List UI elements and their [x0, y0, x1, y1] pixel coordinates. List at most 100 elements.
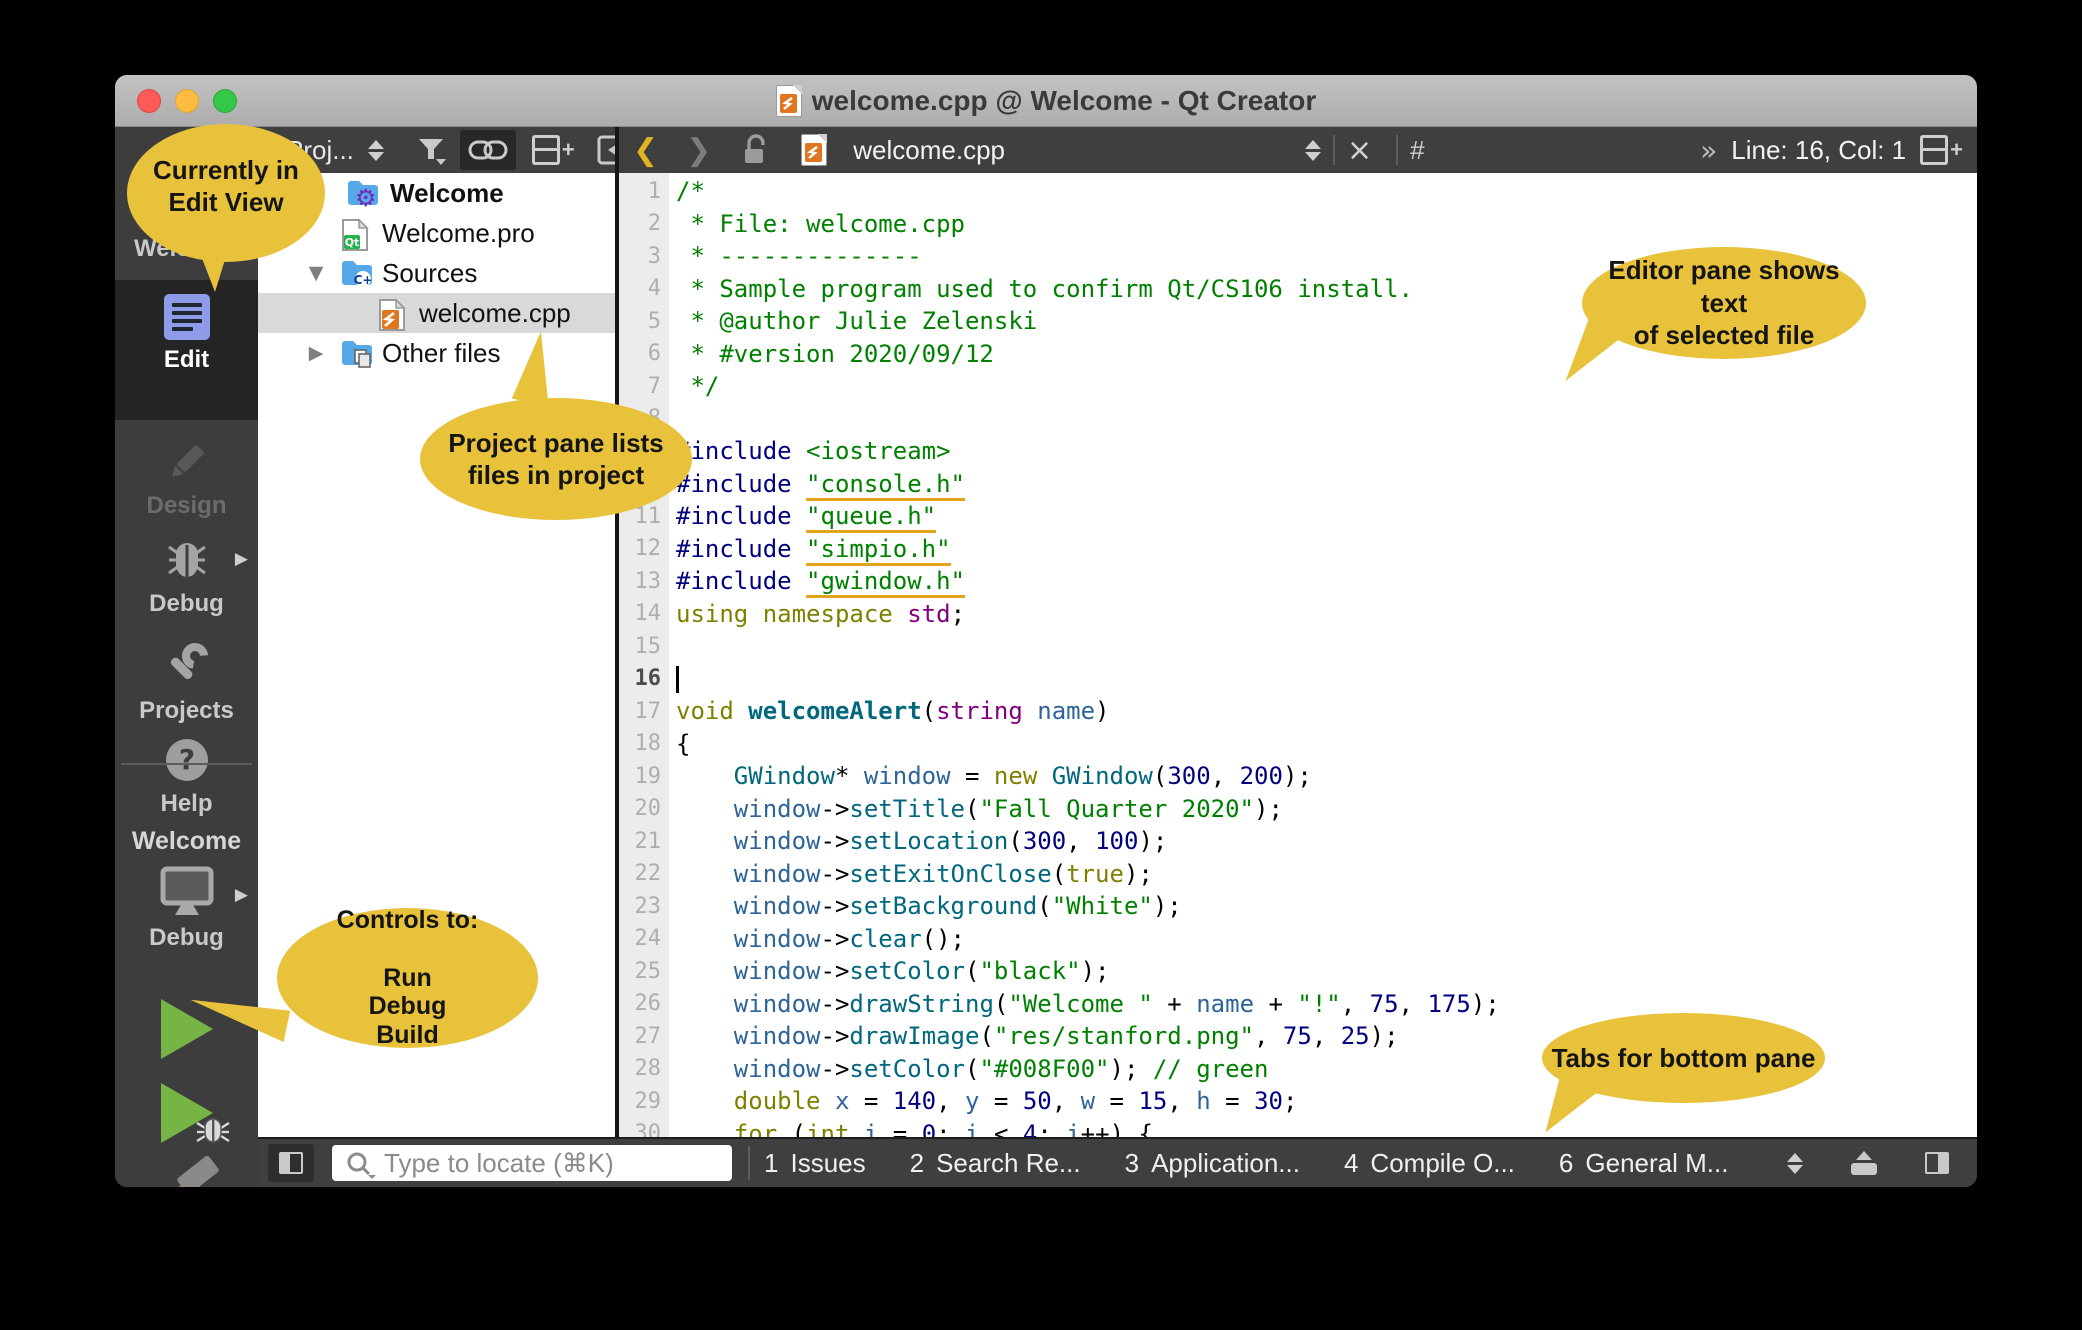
output-tab-label: General M... [1585, 1148, 1728, 1179]
code-line-12[interactable]: 12#include "simpio.h" [619, 533, 1977, 566]
collapse-arrow-icon[interactable]: ▼ [304, 262, 328, 284]
line-number: 20 [619, 793, 669, 826]
code-line-17[interactable]: 17void welcomeAlert(string name) [619, 695, 1977, 728]
kit-selector[interactable]: Debug ▶ [115, 865, 258, 952]
output-tab-number: 1 [764, 1148, 778, 1179]
line-number: 6 [619, 338, 669, 371]
symbol-navigator-dropdown[interactable]: # [1410, 135, 1424, 166]
output-pane-arrows-icon[interactable] [1787, 1153, 1803, 1174]
locator-placeholder: Type to locate (⌘K) [384, 1148, 614, 1179]
tree-item-label: Sources [382, 258, 477, 289]
screenshot-stage: welcome.cpp @ Welcome - Qt Creator Welco… [0, 0, 2082, 1330]
debug-run-button[interactable] [115, 1083, 258, 1143]
code-line-18[interactable]: 18{ [619, 728, 1977, 761]
mode-projects[interactable]: Projects [115, 640, 258, 725]
build-button[interactable] [115, 1161, 258, 1187]
code-line-25[interactable]: 25 window->setColor("black"); [619, 955, 1977, 988]
callout-edit-view: Currently in Edit View [127, 124, 325, 262]
tree-item-sources[interactable]: ▼ C+ Sources [258, 253, 615, 293]
zoom-window-button[interactable] [213, 89, 237, 113]
debug-submenu-arrow-icon[interactable]: ▶ [235, 549, 248, 569]
split-pane-button[interactable]: + [524, 130, 583, 170]
code-line-30[interactable]: 30 for (int i = 0; i < 4; i++) { [619, 1118, 1977, 1138]
code-text: GWindow* window = new GWindow(300, 200); [669, 762, 1312, 790]
output-tab-general-m-[interactable]: 6General M... [1559, 1148, 1729, 1179]
callout-editor-pane: Editor pane shows text of selected file [1582, 247, 1866, 359]
code-line-14[interactable]: 14using namespace std; [619, 598, 1977, 631]
unlocked-icon[interactable] [741, 133, 771, 167]
mode-help-label: Help [115, 790, 258, 818]
open-document-selector[interactable]: welcome.cpp [853, 135, 1005, 166]
output-tab-compile-o-[interactable]: 4Compile O... [1344, 1148, 1515, 1179]
cursor-position-indicator[interactable]: Line: 16, Col: 1 [1731, 135, 1906, 166]
tree-item-welcome-cpp[interactable]: welcome.cpp [258, 293, 615, 333]
code-line-10[interactable]: 10#include "console.h" [619, 468, 1977, 501]
kit-target-label: Debug [115, 924, 258, 952]
mode-edit[interactable]: Edit [115, 280, 258, 420]
qt-pro-file-icon: Qt [340, 218, 374, 248]
cpp-file-icon [377, 298, 411, 328]
expand-arrow-icon[interactable]: ▶ [304, 342, 328, 364]
code-line-21[interactable]: 21 window->setLocation(300, 100); [619, 825, 1977, 858]
svg-text:C+: C+ [354, 273, 373, 287]
minimize-window-button[interactable] [175, 89, 199, 113]
maximize-output-pane-button[interactable] [1851, 1151, 1877, 1175]
code-line-22[interactable]: 22 window->setExitOnClose(true); [619, 858, 1977, 891]
bottom-bar-divider [748, 1146, 750, 1180]
code-line-1[interactable]: 1/* [619, 175, 1977, 208]
toggle-left-pane-button[interactable] [268, 1144, 314, 1182]
mode-projects-label: Projects [115, 697, 258, 725]
kit-submenu-arrow-icon[interactable]: ▶ [235, 885, 248, 905]
code-line-8[interactable]: 8 [619, 403, 1977, 436]
toolbar-overflow-chevron[interactable]: » [1700, 134, 1717, 167]
title-bar[interactable]: welcome.cpp @ Welcome - Qt Creator [115, 75, 1977, 127]
split-editor-button[interactable]: + [1920, 135, 1963, 165]
code-text: window->setColor("black"); [669, 957, 1110, 985]
locator-input[interactable]: Type to locate (⌘K) [332, 1145, 732, 1181]
toggle-right-pane-button[interactable] [1925, 1152, 1949, 1174]
line-number: 4 [619, 273, 669, 306]
output-tab-search-re-[interactable]: 2Search Re... [910, 1148, 1081, 1179]
tree-item-label: Welcome [390, 178, 504, 209]
search-icon [344, 1151, 378, 1179]
close-window-button[interactable] [137, 89, 161, 113]
code-line-16[interactable]: 16 [619, 663, 1977, 696]
mode-design[interactable]: Design [115, 437, 258, 520]
code-text: void welcomeAlert(string name) [669, 697, 1110, 725]
close-document-button[interactable]: × [1347, 133, 1372, 168]
pane-selector-arrows-icon[interactable] [368, 140, 384, 161]
code-line-2[interactable]: 2 * File: welcome.cpp [619, 208, 1977, 241]
line-number: 29 [619, 1085, 669, 1118]
code-line-26[interactable]: 26 window->drawString("Welcome " + name … [619, 988, 1977, 1021]
code-line-19[interactable]: 19 GWindow* window = new GWindow(300, 20… [619, 760, 1977, 793]
output-tab-issues[interactable]: 1 Issues [764, 1148, 866, 1179]
file-document-icon [776, 85, 802, 117]
navigate-back-button[interactable]: ❮ [633, 133, 658, 168]
pencil-icon [162, 437, 212, 487]
line-number: 17 [619, 695, 669, 728]
output-pane-tabs: 1 Issues 2Search Re... 3Application... 4Comp… [764, 1148, 1728, 1179]
tree-item-label: welcome.cpp [419, 298, 571, 329]
document-selector-arrows-icon[interactable] [1305, 140, 1321, 161]
mode-debug[interactable]: Debug ▶ [115, 535, 258, 618]
output-tab-label: Issues [790, 1148, 865, 1179]
code-line-9[interactable]: 9#include <iostream> [619, 435, 1977, 468]
code-line-15[interactable]: 15 [619, 630, 1977, 663]
code-text: * -------------- [669, 242, 922, 270]
code-line-7[interactable]: 7 */ [619, 370, 1977, 403]
code-text: window->setBackground("White"); [669, 892, 1182, 920]
mode-help[interactable]: ? Help [115, 735, 258, 818]
navigate-forward-button[interactable]: ❯ [686, 133, 711, 168]
code-line-23[interactable]: 23 window->setBackground("White"); [619, 890, 1977, 923]
line-number: 13 [619, 565, 669, 598]
line-number: 25 [619, 955, 669, 988]
code-line-20[interactable]: 20 window->setTitle("Fall Quarter 2020")… [619, 793, 1977, 826]
code-line-24[interactable]: 24 window->clear(); [619, 923, 1977, 956]
open-file-icon [801, 134, 827, 166]
code-line-11[interactable]: 11#include "queue.h" [619, 500, 1977, 533]
filter-button[interactable] [408, 130, 454, 170]
link-with-editor-button[interactable] [460, 130, 516, 170]
code-text: * Sample program used to confirm Qt/CS10… [669, 275, 1413, 303]
code-line-13[interactable]: 13#include "gwindow.h" [619, 565, 1977, 598]
output-tab-application-[interactable]: 3Application... [1125, 1148, 1300, 1179]
